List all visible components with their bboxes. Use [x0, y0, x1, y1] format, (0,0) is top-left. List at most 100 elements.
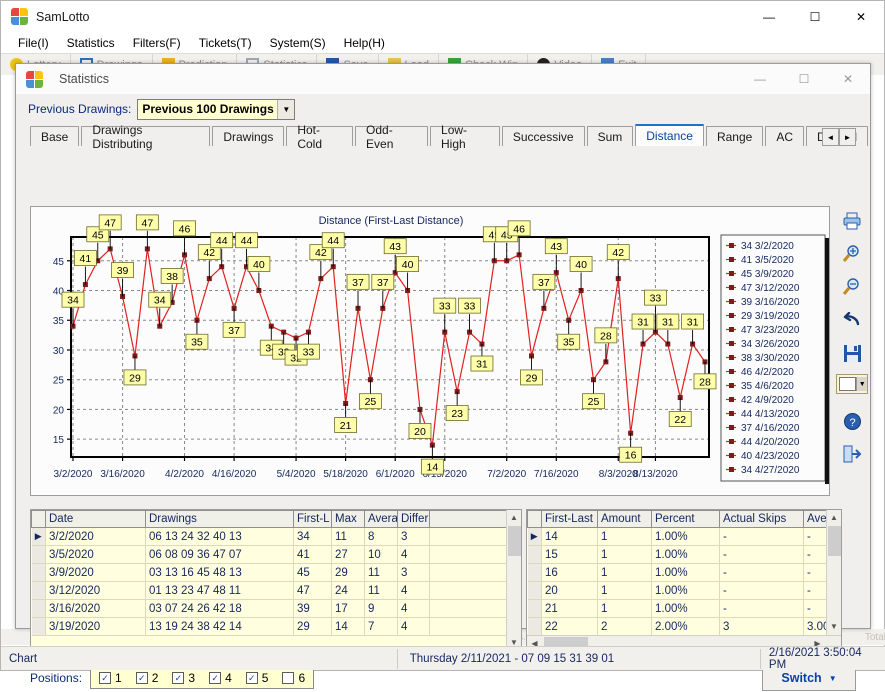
row-indicator[interactable]: [31, 563, 46, 582]
row-indicator[interactable]: [527, 581, 542, 600]
statistics-minimize-button[interactable]: —: [738, 64, 782, 94]
menu-statistics[interactable]: Statistics: [58, 34, 124, 52]
menu-filters[interactable]: Filters(F): [124, 34, 190, 52]
table-cell: 3: [719, 617, 804, 636]
row-indicator[interactable]: [31, 581, 46, 600]
table-row[interactable]: ▶ 3/2/2020 06 13 24 32 40 13 34 11 8 3: [31, 527, 508, 546]
table-cell: 1: [597, 527, 652, 546]
statistics-maximize-button[interactable]: ☐: [782, 64, 826, 94]
row-indicator[interactable]: ▶: [31, 527, 46, 546]
column-header[interactable]: Amount: [597, 510, 652, 528]
statistics-close-button[interactable]: ✕: [826, 64, 870, 94]
row-indicator[interactable]: [527, 599, 542, 618]
table-cell: 11: [364, 563, 398, 582]
row-indicator[interactable]: [527, 545, 542, 564]
table-row[interactable]: ▶ 14 1 1.00% - -: [527, 527, 841, 546]
tab-hot-cold[interactable]: Hot-Cold: [286, 123, 354, 151]
tab-base[interactable]: Base: [30, 126, 80, 146]
color-picker-icon[interactable]: ▼: [836, 374, 868, 394]
table-row[interactable]: 21 1 1.00% - -: [527, 599, 841, 618]
tab-ac[interactable]: AC: [765, 126, 804, 146]
distance-chart[interactable]: Distance (First-Last Distance) 15 20 25 30 35…: [31, 207, 829, 495]
scroll-thumb[interactable]: [827, 526, 841, 556]
scroll-down-icon[interactable]: ▼: [826, 619, 841, 634]
menu-tickets[interactable]: Tickets(T): [190, 34, 261, 52]
scroll-thumb[interactable]: [507, 526, 521, 556]
table-row[interactable]: 16 1 1.00% - -: [527, 563, 841, 582]
column-header[interactable]: Drawings: [145, 510, 294, 528]
legend-item: 46 4/2/2020: [741, 367, 794, 378]
position-checkbox-3[interactable]: ✓ 3: [172, 671, 195, 685]
minimize-button[interactable]: —: [746, 1, 792, 32]
table-cell: 2: [597, 617, 652, 636]
position-checkbox-5[interactable]: ✓ 5: [245, 671, 268, 685]
tab-odd-even[interactable]: Odd-Even: [355, 123, 429, 151]
column-header[interactable]: First-Last: [541, 510, 598, 528]
position-checkbox-1[interactable]: ✓ 1: [99, 671, 122, 685]
column-header[interactable]: First-L: [293, 510, 332, 528]
firstlast-grid[interactable]: First-LastAmountPercentActual SkipsAvera…: [526, 509, 842, 651]
firstlast-grid-scrollbar[interactable]: ▲ ▼: [826, 510, 841, 650]
data-label: 33: [644, 289, 667, 306]
table-row[interactable]: 3/5/2020 06 08 09 36 47 07 41 27 10 4: [31, 545, 508, 564]
drawings-grid[interactable]: Date Drawings First-L Max Avera Differ ▶ 3/2/2…: [30, 509, 522, 651]
position-checkbox-4[interactable]: ✓ 4: [209, 671, 232, 685]
scroll-up-icon[interactable]: ▲: [826, 510, 841, 525]
position-checkbox-6[interactable]: 6: [282, 671, 305, 685]
menu-file[interactable]: File(I): [9, 34, 58, 52]
color-swatch: [839, 377, 857, 391]
maximize-button[interactable]: ☐: [792, 1, 838, 32]
zoom-in-icon[interactable]: [839, 242, 865, 266]
tab-successive[interactable]: Successive: [501, 126, 585, 146]
data-label: 29: [123, 369, 147, 386]
previous-drawings-select[interactable]: Previous 100 Drawings ▼: [137, 98, 296, 120]
position-checkbox-2[interactable]: ✓ 2: [135, 671, 158, 685]
save-icon[interactable]: [839, 341, 865, 365]
table-row[interactable]: 3/16/2020 03 07 24 26 42 18 39 17 9 4: [31, 599, 508, 618]
tab-sum[interactable]: Sum: [586, 126, 634, 146]
undo-icon[interactable]: [839, 308, 865, 332]
help-icon[interactable]: ?: [839, 409, 865, 433]
table-row[interactable]: 3/9/2020 03 13 16 45 48 13 45 29 11 3: [31, 563, 508, 582]
row-indicator[interactable]: [31, 617, 46, 636]
statistics-window: Statistics — ☐ ✕ Previous Drawings: Prev…: [15, 63, 871, 691]
exit-icon[interactable]: [839, 442, 865, 466]
data-label: 47: [135, 214, 159, 231]
column-header[interactable]: Date: [45, 510, 146, 528]
table-row[interactable]: 3/19/2020 13 19 24 38 42 14 29 14 7 4: [31, 617, 508, 636]
menu-system[interactable]: System(S): [261, 34, 335, 52]
row-indicator[interactable]: [31, 599, 46, 618]
table-row[interactable]: 22 2 2.00% 3 3.00: [527, 617, 841, 636]
previous-drawings-value: Previous 100 Drawings: [142, 102, 274, 116]
table-row[interactable]: 20 1 1.00% - -: [527, 581, 841, 600]
table-cell: 7: [364, 617, 398, 636]
row-indicator[interactable]: [527, 617, 542, 636]
tab-drawings-distributing[interactable]: Drawings Distributing: [81, 123, 211, 151]
menu-help[interactable]: Help(H): [335, 34, 394, 52]
drawings-grid-scrollbar[interactable]: ▲ ▼: [506, 510, 521, 650]
column-header[interactable]: Avera: [364, 510, 398, 528]
checkbox-icon: ✓: [135, 672, 148, 684]
column-header[interactable]: Percent: [651, 510, 720, 528]
print-icon[interactable]: [839, 209, 865, 233]
tab-distance[interactable]: Distance: [635, 124, 704, 146]
table-row[interactable]: 3/12/2020 01 13 23 47 48 11 47 24 11 4: [31, 581, 508, 600]
tab-drawings[interactable]: Drawings: [212, 126, 285, 146]
scroll-up-icon[interactable]: ▲: [506, 510, 521, 525]
tab-range[interactable]: Range: [705, 126, 764, 146]
column-header[interactable]: Differ: [397, 510, 430, 528]
tab-low-high[interactable]: Low-High: [430, 123, 500, 151]
row-indicator[interactable]: [31, 545, 46, 564]
tab-scroll-right-icon[interactable]: ►: [839, 128, 856, 146]
tab-scroll-left-icon[interactable]: ◄: [822, 128, 839, 146]
data-label: 33: [458, 297, 481, 314]
column-header[interactable]: Actual Skips: [719, 510, 804, 528]
close-button[interactable]: ✕: [838, 1, 884, 32]
row-indicator[interactable]: ▶: [527, 527, 542, 546]
row-indicator[interactable]: [527, 563, 542, 582]
statistics-window-controls: — ☐ ✕: [738, 64, 870, 94]
column-header[interactable]: Max: [331, 510, 365, 528]
svg-text:29: 29: [526, 372, 538, 384]
table-row[interactable]: 15 1 1.00% - -: [527, 545, 841, 564]
zoom-out-icon[interactable]: [839, 275, 865, 299]
